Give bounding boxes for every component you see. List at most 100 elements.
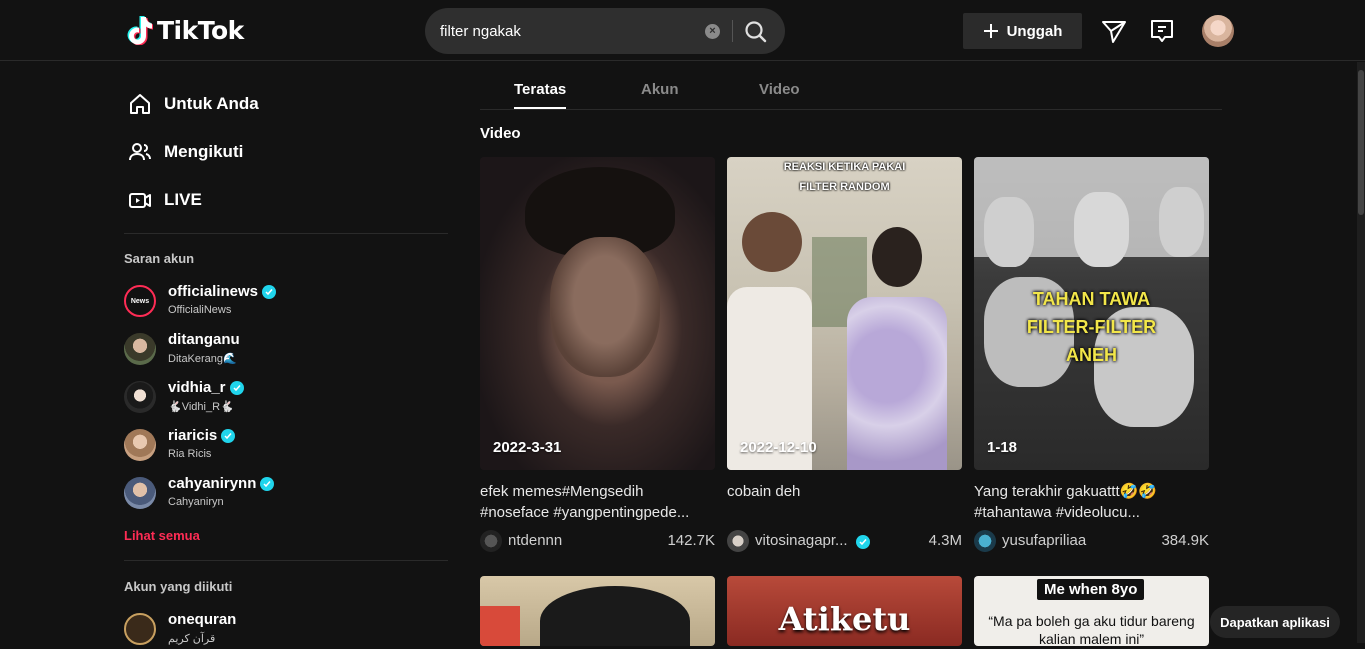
clear-search-icon[interactable]: × (705, 24, 720, 39)
account-username: onequran (168, 611, 237, 628)
sidebar-divider (124, 233, 448, 234)
sidebar-divider (124, 560, 448, 561)
video-meta: yusufapriliaa 384.9K (974, 529, 1209, 553)
account-name: officialinews (168, 283, 277, 300)
account-name: onequran (168, 611, 236, 628)
plus-icon (983, 24, 998, 38)
suggested-account[interactable]: ditanganu DitaKerang🌊 (124, 331, 424, 369)
verified-icon (221, 428, 236, 443)
video-date: 1-18 (987, 439, 1018, 456)
video-overlay-text: TAHAN TAWA FILTER-FILTER ANEH (1026, 289, 1157, 365)
author-avatar[interactable] (974, 530, 996, 552)
video-thumbnail[interactable]: 2022-3-31 (480, 157, 715, 470)
avatar (124, 477, 156, 509)
video-thumbnail[interactable]: TAHAN TAWA FILTER-FILTER ANEH 1-18 (974, 157, 1209, 470)
account-username: riaricis (168, 427, 218, 444)
view-count: 384.9K (1161, 532, 1209, 549)
author-avatar[interactable] (480, 530, 502, 552)
author-username: vitosinagapr... (755, 532, 848, 549)
sidebar: Untuk Anda Mengikuti LIVE Saran akun New… (124, 62, 448, 645)
video-card[interactable] (480, 576, 715, 646)
video-description[interactable]: efek memes#Mengsedih #noseface #yangpent… (480, 481, 715, 523)
video-card[interactable]: 2022-3-31 efek memes#Mengsedih #noseface… (480, 157, 715, 553)
video-overlay-text: Me when 8yo (1037, 579, 1145, 600)
search-input[interactable] (440, 20, 700, 42)
nav-label: Mengikuti (164, 142, 244, 161)
tab-accounts[interactable]: Akun (641, 81, 679, 98)
video-meta: ntdennn 142.7K (480, 529, 715, 553)
active-tab-indicator (514, 107, 566, 109)
video-date: 2022-3-31 (493, 439, 562, 456)
avatar (124, 429, 156, 461)
send-icon[interactable] (1100, 17, 1128, 45)
verified-icon (229, 380, 244, 395)
author-name[interactable]: vitosinagapr... (755, 532, 870, 549)
account-nickname: قرآن كريم (168, 633, 216, 645)
following-account[interactable]: onequran قرآن كريم (124, 611, 424, 649)
following-title: Akun yang diikuti (124, 579, 233, 594)
account-name: vidhia_r (168, 379, 244, 396)
tab-top[interactable]: Teratas (514, 81, 566, 98)
video-card[interactable]: Me when 8yo “Ma pa boleh ga aku tidur ba… (974, 576, 1209, 646)
verified-icon (855, 535, 870, 549)
video-card[interactable]: TAHAN TAWA FILTER-FILTER ANEH 1-18 Yang … (974, 157, 1209, 553)
tiktok-logo[interactable]: TikTok (127, 15, 244, 45)
nav-for-you[interactable]: Untuk Anda (128, 92, 259, 116)
video-overlay-text: REAKSI KETIKA PAKAI FILTER RANDOM (783, 161, 906, 193)
account-nickname: OfficialiNews (168, 304, 232, 316)
account-nickname: DitaKerang🌊 (168, 353, 237, 365)
suggested-account[interactable]: riaricis Ria Ricis (124, 427, 424, 465)
verified-icon (262, 284, 277, 299)
account-username: officialinews (168, 283, 259, 300)
logo-text: TikTok (157, 15, 244, 45)
nav-following[interactable]: Mengikuti (128, 140, 243, 164)
search-bar: × (425, 8, 785, 54)
account-nickname: 🐇Vidhi_R🐇 (168, 401, 234, 413)
video-description[interactable]: cobain deh (727, 481, 962, 523)
tab-videos[interactable]: Video (759, 81, 800, 98)
results-tabs: Teratas Akun Video (480, 62, 1222, 110)
view-count: 4.3M (928, 532, 962, 549)
account-name: ditanganu (168, 331, 240, 348)
video-caption: “Ma pa boleh ga aku tidur bareng kalian … (988, 613, 1195, 646)
search-divider (732, 20, 733, 42)
avatar (124, 613, 156, 645)
profile-avatar[interactable] (1202, 15, 1234, 47)
users-icon (129, 143, 151, 161)
avatar (124, 381, 156, 413)
suggested-account[interactable]: cahyanirynn Cahyaniryn (124, 475, 424, 513)
account-username: cahyanirynn (168, 475, 257, 492)
get-app-button[interactable]: Dapatkan aplikasi (1210, 606, 1340, 638)
author-name[interactable]: yusufapriliaa (1002, 532, 1086, 549)
home-icon (130, 94, 150, 114)
nav-live[interactable]: LIVE (128, 188, 202, 212)
video-card[interactable]: Atiketu (727, 576, 962, 646)
suggested-account[interactable]: News officialinews OfficialiNews (124, 283, 424, 321)
account-username: ditanganu (168, 331, 240, 348)
suggested-title: Saran akun (124, 251, 195, 266)
account-nickname: Cahyaniryn (168, 496, 224, 508)
top-bar: TikTok × Unggah (0, 0, 1365, 61)
nav-label: Untuk Anda (164, 94, 259, 113)
verified-icon (260, 476, 275, 491)
upload-button[interactable]: Unggah (963, 13, 1082, 49)
see-all-link[interactable]: Lihat semua (124, 528, 200, 543)
search-icon[interactable] (743, 19, 769, 45)
suggested-account[interactable]: vidhia_r 🐇Vidhi_R🐇 (124, 379, 424, 417)
avatar: News (124, 285, 156, 317)
video-overlay-text: Atiketu (778, 600, 911, 638)
video-description[interactable]: Yang terakhir gakuattt🤣🤣 #tahantawa #vid… (974, 481, 1209, 523)
inbox-icon[interactable] (1148, 17, 1176, 45)
video-thumbnail[interactable]: REAKSI KETIKA PAKAI FILTER RANDOM 2022-1… (727, 157, 962, 470)
author-avatar[interactable] (727, 530, 749, 552)
account-nickname: Ria Ricis (168, 448, 212, 460)
scrollbar-thumb[interactable] (1358, 70, 1364, 215)
view-count: 142.7K (667, 532, 715, 549)
nav-label: LIVE (164, 190, 202, 209)
avatar-text: News (130, 297, 150, 305)
avatar (124, 333, 156, 365)
author-name[interactable]: ntdennn (508, 532, 562, 549)
video-date: 2022-12-10 (740, 439, 817, 456)
account-name: riaricis (168, 427, 236, 444)
video-card[interactable]: REAKSI KETIKA PAKAI FILTER RANDOM 2022-1… (727, 157, 962, 553)
